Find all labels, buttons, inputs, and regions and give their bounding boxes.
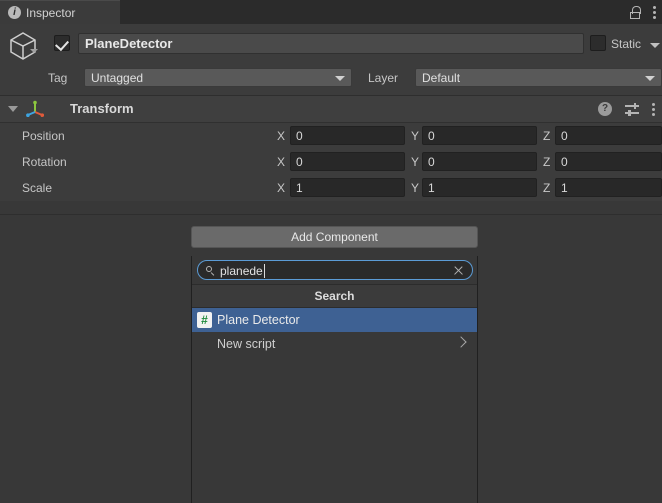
- axis-label-z: Z: [543, 155, 550, 169]
- chevron-down-icon: [645, 76, 655, 81]
- position-x-input[interactable]: 0: [290, 126, 405, 145]
- search-icon: [206, 266, 215, 275]
- tag-layer-row: Tag Untagged Layer Default: [0, 63, 662, 95]
- transform-component: Transform ? Position X 0 Y 0 Z 0 Rotatio…: [0, 96, 662, 201]
- transform-row-position: Position X 0 Y 0 Z 0: [0, 123, 662, 149]
- foldout-triangle-icon[interactable]: [8, 106, 18, 112]
- tag-dropdown[interactable]: Untagged: [84, 68, 352, 87]
- kebab-menu-icon[interactable]: [652, 103, 655, 116]
- scale-y-input[interactable]: 1: [422, 178, 537, 197]
- search-results-header: Search: [192, 284, 477, 308]
- list-item-label: New script: [217, 337, 275, 351]
- tab-bar: i Inspector: [0, 0, 662, 24]
- chevron-down-icon: [335, 76, 345, 81]
- position-z-input[interactable]: 0: [555, 126, 662, 145]
- tab-bar-actions: [630, 0, 656, 24]
- transform-title: Transform: [70, 101, 134, 116]
- add-component-button[interactable]: Add Component: [191, 226, 478, 248]
- tab-inspector-label: Inspector: [26, 6, 75, 20]
- layer-dropdown[interactable]: Default: [415, 68, 662, 87]
- transform-row-scale: Scale X 1 Y 1 Z 1: [0, 175, 662, 201]
- tag-label: Tag: [48, 71, 67, 85]
- search-input-value: planede: [220, 264, 263, 278]
- transform-row-rotation: Rotation X 0 Y 0 Z 0: [0, 149, 662, 175]
- axis-label-z: Z: [543, 129, 550, 143]
- inspector-window: i Inspector PlaneDetector Static Tag Unt…: [0, 0, 662, 503]
- list-item[interactable]: New script: [192, 332, 477, 356]
- object-name-input[interactable]: PlaneDetector: [78, 33, 584, 54]
- axis-label-x: X: [277, 129, 285, 143]
- tag-value: Untagged: [91, 71, 143, 85]
- row-label: Scale: [22, 181, 52, 195]
- row-label: Position: [22, 129, 65, 143]
- list-item[interactable]: # Plane Detector: [192, 308, 477, 332]
- axis-label-x: X: [277, 155, 285, 169]
- object-enabled-checkbox[interactable]: [54, 35, 70, 51]
- transform-axis-icon: [26, 100, 44, 118]
- transform-header[interactable]: Transform ?: [0, 96, 662, 123]
- layer-value: Default: [422, 71, 460, 85]
- clear-icon[interactable]: [453, 265, 464, 276]
- cube-icon[interactable]: [6, 30, 40, 60]
- component-search-dropdown: planede Search # Plane Detector New scri…: [191, 256, 478, 503]
- axis-label-y: Y: [411, 129, 419, 143]
- help-icon[interactable]: ?: [598, 102, 612, 116]
- static-label: Static: [611, 37, 641, 51]
- object-header: PlaneDetector Static: [0, 24, 662, 63]
- rotation-z-input[interactable]: 0: [555, 152, 662, 171]
- preset-settings-icon[interactable]: [625, 102, 639, 116]
- scale-z-input[interactable]: 1: [555, 178, 662, 197]
- position-y-input[interactable]: 0: [422, 126, 537, 145]
- component-divider: [0, 214, 662, 215]
- rotation-x-input[interactable]: 0: [290, 152, 405, 171]
- cube-dropdown-icon[interactable]: [30, 49, 38, 53]
- layer-label: Layer: [368, 71, 398, 85]
- axis-label-z: Z: [543, 181, 550, 195]
- lock-icon[interactable]: [630, 6, 642, 19]
- search-row: planede: [192, 256, 477, 284]
- list-item-label: Plane Detector: [217, 313, 300, 327]
- chevron-right-icon: [455, 336, 466, 347]
- static-dropdown-icon[interactable]: [650, 43, 660, 48]
- text-caret: [264, 264, 265, 278]
- csharp-script-icon: #: [197, 312, 212, 328]
- tab-inspector[interactable]: i Inspector: [0, 0, 120, 24]
- transform-header-actions: ?: [598, 96, 655, 122]
- info-icon: i: [8, 6, 21, 19]
- axis-label-y: Y: [411, 155, 419, 169]
- axis-label-x: X: [277, 181, 285, 195]
- scale-x-input[interactable]: 1: [290, 178, 405, 197]
- row-label: Rotation: [22, 155, 67, 169]
- search-input[interactable]: planede: [197, 260, 473, 280]
- kebab-menu-icon[interactable]: [653, 6, 656, 19]
- axis-label-y: Y: [411, 181, 419, 195]
- static-checkbox[interactable]: [590, 35, 606, 51]
- rotation-y-input[interactable]: 0: [422, 152, 537, 171]
